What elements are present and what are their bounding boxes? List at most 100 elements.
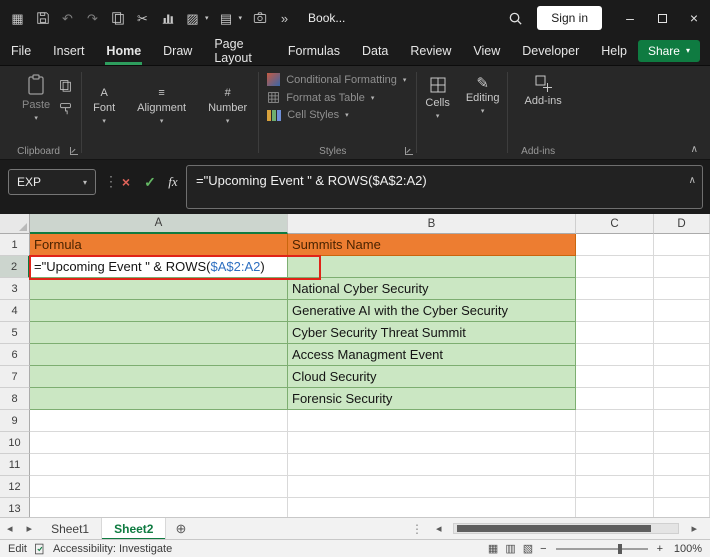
accessibility-status[interactable]: Accessibility: Investigate bbox=[53, 543, 172, 555]
chevron-down-icon[interactable]: ▾ bbox=[239, 14, 243, 22]
cell-d9[interactable] bbox=[654, 410, 710, 432]
menu-page-layout[interactable]: Page Layout bbox=[203, 36, 277, 66]
row-header-8[interactable]: 8 bbox=[0, 388, 30, 410]
menu-developer[interactable]: Developer bbox=[511, 36, 590, 66]
overflow-icon[interactable]: » bbox=[277, 11, 292, 26]
cell-a7[interactable] bbox=[30, 366, 288, 388]
cell-a10[interactable] bbox=[30, 432, 288, 454]
zoom-level[interactable]: 100% bbox=[670, 543, 702, 555]
cell-a13[interactable] bbox=[30, 498, 288, 517]
scroll-left-icon[interactable]: ◂ bbox=[429, 522, 449, 535]
cell-b12[interactable] bbox=[288, 476, 576, 498]
row-header-4[interactable]: 4 bbox=[0, 300, 30, 322]
zoom-out-button[interactable]: − bbox=[540, 543, 546, 555]
cancel-entry-button[interactable]: × bbox=[116, 172, 136, 192]
normal-view-icon[interactable]: ▦ bbox=[488, 542, 498, 555]
cell-c1[interactable] bbox=[576, 234, 654, 256]
cell-b8[interactable]: Forensic Security bbox=[288, 388, 576, 410]
page-break-view-icon[interactable]: ▧ bbox=[523, 542, 533, 555]
formula-input[interactable]: ="Upcoming Event " & ROWS($A$2:A2) bbox=[186, 165, 703, 209]
cell-a1[interactable]: Formula bbox=[30, 234, 288, 256]
row-header-11[interactable]: 11 bbox=[0, 454, 30, 476]
scrollbar-thumb[interactable] bbox=[457, 525, 652, 532]
cell-d3[interactable] bbox=[654, 278, 710, 300]
copy-icon[interactable] bbox=[58, 78, 73, 93]
cell-b13[interactable] bbox=[288, 498, 576, 517]
cell-d13[interactable] bbox=[654, 498, 710, 517]
cell-a9[interactable] bbox=[30, 410, 288, 432]
editing-button[interactable]: ✎ Editing ▾ bbox=[458, 72, 508, 159]
format-as-table-button[interactable]: Format as Table ▾ bbox=[267, 91, 406, 104]
camera-icon[interactable] bbox=[252, 11, 267, 26]
page-layout-view-icon[interactable]: ▥ bbox=[505, 542, 515, 555]
paste-button[interactable]: Paste ▾ bbox=[14, 70, 58, 143]
cell-c4[interactable] bbox=[576, 300, 654, 322]
cell-b7[interactable]: Cloud Security bbox=[288, 366, 576, 388]
cell-b3[interactable]: National Cyber Security bbox=[288, 278, 576, 300]
alignment-group-button[interactable]: ≡ Alignment ▾ bbox=[126, 66, 197, 159]
cell-c11[interactable] bbox=[576, 454, 654, 476]
copy-icon[interactable] bbox=[110, 11, 125, 26]
cell-c8[interactable] bbox=[576, 388, 654, 410]
collapse-ribbon-icon[interactable]: ∧ bbox=[691, 144, 698, 155]
menu-home[interactable]: Home bbox=[95, 36, 152, 66]
zoom-slider-thumb[interactable] bbox=[617, 543, 622, 554]
fill-color-icon[interactable]: ▨ bbox=[185, 11, 200, 26]
share-button[interactable]: Share ▾ bbox=[637, 39, 700, 62]
sheet-tab-sheet2[interactable]: Sheet2 bbox=[102, 517, 167, 540]
cut-icon[interactable]: ✂ bbox=[135, 11, 150, 26]
menu-insert[interactable]: Insert bbox=[42, 36, 95, 66]
cell-d4[interactable] bbox=[654, 300, 710, 322]
cell-c5[interactable] bbox=[576, 322, 654, 344]
chevron-down-icon[interactable]: ▾ bbox=[205, 14, 209, 22]
chart-icon[interactable] bbox=[160, 11, 175, 26]
previous-sheet-icon[interactable]: ◂ bbox=[0, 522, 20, 535]
row-header-13[interactable]: 13 bbox=[0, 498, 30, 517]
sheet-tab-sheet1[interactable]: Sheet1 bbox=[39, 517, 103, 540]
cell-a3[interactable] bbox=[30, 278, 288, 300]
undo-icon[interactable]: ↶ bbox=[60, 11, 75, 26]
clipboard-dialog-launcher-icon[interactable] bbox=[70, 147, 79, 155]
save-icon[interactable] bbox=[35, 11, 50, 26]
styles-dialog-launcher-icon[interactable] bbox=[405, 147, 414, 155]
conditional-formatting-button[interactable]: Conditional Formatting ▾ bbox=[267, 73, 406, 86]
cell-d12[interactable] bbox=[654, 476, 710, 498]
add-sheet-button[interactable]: ⊕ bbox=[175, 521, 186, 537]
addins-button[interactable]: Add-ins bbox=[516, 70, 569, 143]
cell-a2[interactable]: ="Upcoming Event " & ROWS($A$2:A2) bbox=[30, 256, 288, 278]
row-header-10[interactable]: 10 bbox=[0, 432, 30, 454]
number-group-button[interactable]: # Number ▾ bbox=[197, 66, 258, 159]
cell-a11[interactable] bbox=[30, 454, 288, 476]
scroll-right-icon[interactable]: ▸ bbox=[684, 522, 704, 535]
cell-b9[interactable] bbox=[288, 410, 576, 432]
horizontal-scrollbar[interactable]: ◂ ▸ bbox=[429, 522, 704, 535]
sign-in-button[interactable]: Sign in bbox=[537, 6, 602, 30]
cell-b4[interactable]: Generative AI with the Cyber Security bbox=[288, 300, 576, 322]
row-header-6[interactable]: 6 bbox=[0, 344, 30, 366]
row-header-9[interactable]: 9 bbox=[0, 410, 30, 432]
insert-function-button[interactable]: fx bbox=[163, 172, 183, 192]
menu-help[interactable]: Help bbox=[590, 36, 638, 66]
cell-d11[interactable] bbox=[654, 454, 710, 476]
zoom-slider[interactable] bbox=[555, 543, 648, 554]
close-button[interactable]: × bbox=[678, 0, 710, 36]
cell-styles-button[interactable]: Cell Styles ▾ bbox=[267, 109, 406, 121]
cell-c2[interactable] bbox=[576, 256, 654, 278]
scrollbar-track[interactable] bbox=[453, 523, 680, 534]
row-header-3[interactable]: 3 bbox=[0, 278, 30, 300]
column-header-b[interactable]: B bbox=[288, 214, 576, 234]
maximize-button[interactable] bbox=[646, 0, 678, 36]
row-header-2[interactable]: 2 bbox=[0, 256, 30, 278]
cell-c9[interactable] bbox=[576, 410, 654, 432]
menu-file[interactable]: File bbox=[0, 36, 42, 66]
cell-a4[interactable] bbox=[30, 300, 288, 322]
row-header-1[interactable]: 1 bbox=[0, 234, 30, 256]
cell-b10[interactable] bbox=[288, 432, 576, 454]
cell-d1[interactable] bbox=[654, 234, 710, 256]
column-header-d[interactable]: D bbox=[654, 214, 710, 234]
cell-b1[interactable]: Summits Name bbox=[288, 234, 576, 256]
cell-d2[interactable] bbox=[654, 256, 710, 278]
cell-c12[interactable] bbox=[576, 476, 654, 498]
cell-a6[interactable] bbox=[30, 344, 288, 366]
cell-a12[interactable] bbox=[30, 476, 288, 498]
